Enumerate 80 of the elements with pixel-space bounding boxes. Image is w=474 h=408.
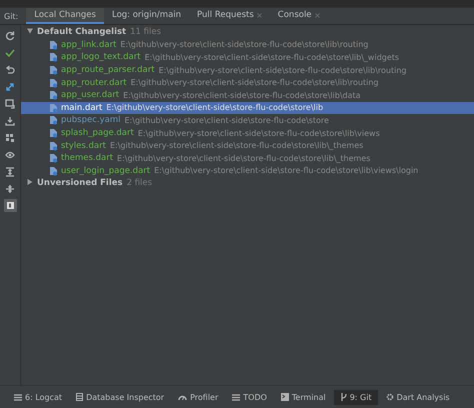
tab[interactable]: Log: origin/main bbox=[104, 8, 190, 24]
expand-all-icon[interactable] bbox=[5, 166, 15, 176]
file-path: E:\github\very-store\client-side\store-flu-code\store bbox=[124, 116, 329, 125]
file-row[interactable]: app_router.dart E:\github\very-store\client-side\store-flu-code\store\lib\routing bbox=[21, 76, 474, 89]
file-path: E:\github\very-store\client-side\store-flu-code\store\lib\routing bbox=[130, 78, 378, 88]
file-path: E:\github\very-store\client-side\store-flu-code\store\lib\routing bbox=[120, 40, 368, 50]
tab[interactable]: Pull Requests bbox=[189, 8, 270, 24]
file-path: E:\github\very-store\client-side\store-flu-code\store\lib\_themes bbox=[110, 141, 364, 150]
diff-icon[interactable] bbox=[5, 98, 15, 108]
file-name: main.dart bbox=[61, 102, 102, 113]
file-name: app_route_parser.dart bbox=[61, 65, 155, 76]
file-path: E:\github\very-store\client-side\store-flu-code\store\lib\routing bbox=[158, 66, 406, 75]
tool-window-tab[interactable]: Terminal bbox=[274, 390, 332, 404]
file-path: E:\github\very-store\client-side\store-flu-code\store\lib\_widgets bbox=[144, 52, 400, 62]
terminal-icon bbox=[280, 393, 289, 401]
file-row[interactable]: app_link.dart E:\github\very-store\client-side\store-flu-code\store\lib\routing bbox=[21, 38, 474, 52]
changelist-name: Default Changelist bbox=[37, 27, 126, 38]
file-count: 11 files bbox=[130, 27, 162, 38]
file-row[interactable]: splash_page.dart E:\github\very-store\client-side\store-flu-code\store\lib\views bbox=[21, 126, 474, 140]
file-icon bbox=[49, 65, 58, 76]
collapse-all-icon[interactable] bbox=[5, 184, 15, 194]
file-icon bbox=[49, 115, 58, 126]
file-row[interactable]: app_logo_text.dart E:\github\very-store\client-side\store-flu-code\store\lib\_widgets bbox=[21, 51, 474, 64]
file-path: E:\github\very-store\client-side\store-flu-code\store\lib bbox=[106, 103, 324, 112]
file-icon bbox=[49, 128, 58, 138]
file-row[interactable]: pubspec.yaml E:\github\very-store\client-side\store-flu-code\store bbox=[21, 114, 474, 127]
file-row[interactable]: themes.dart E:\github\very-store\client-side\store-flu-code\store\lib\_themes bbox=[21, 152, 474, 165]
tab[interactable]: Console bbox=[270, 8, 328, 24]
preview-icon[interactable] bbox=[6, 201, 14, 210]
expand-arrow-icon[interactable] bbox=[27, 179, 33, 186]
gauge-icon bbox=[178, 394, 188, 400]
check-icon[interactable] bbox=[5, 48, 15, 58]
file-icon bbox=[49, 102, 58, 113]
tool-window-tab[interactable]: Dart Analysis bbox=[380, 390, 456, 404]
file-row[interactable]: user_login_page.dart E:\github\very-store\client-side\store-flu-code\store\lib\views\login bbox=[21, 164, 474, 178]
tool-window-tab[interactable]: Profiler bbox=[172, 390, 224, 404]
file-row[interactable]: app_route_parser.dart E:\github\very-store\client-side\store-flu-code\store\lib\routing bbox=[21, 64, 474, 76]
file-icon bbox=[49, 90, 58, 100]
file-name: app_logo_text.dart bbox=[61, 52, 141, 62]
file-icon bbox=[49, 40, 58, 50]
file-icon bbox=[49, 78, 58, 88]
group-icon[interactable] bbox=[5, 132, 15, 142]
branch-icon bbox=[340, 393, 347, 401]
file-icon bbox=[49, 52, 58, 62]
file-count: 2 files bbox=[126, 178, 152, 188]
eye-icon[interactable] bbox=[5, 150, 15, 160]
file-name: app_link.dart bbox=[61, 40, 116, 50]
changelist-name: Unversioned Files bbox=[37, 178, 123, 188]
tool-window-tab[interactable]: TODO bbox=[226, 390, 273, 404]
file-path: E:\github\very-store\client-side\store-flu-code\store\lib\_themes bbox=[117, 154, 370, 163]
list-icon bbox=[14, 394, 22, 400]
list-icon bbox=[232, 394, 240, 400]
undo-icon[interactable] bbox=[5, 64, 15, 74]
file-row[interactable]: app_user.dart E:\github\very-store\client-side\store-flu-code\store\lib\data bbox=[21, 88, 474, 102]
file-icon bbox=[49, 153, 58, 164]
file-path: E:\github\very-store\client-side\store-flu-code\store\lib\views bbox=[138, 128, 380, 138]
tool-window-tab[interactable]: 6: Logcat bbox=[8, 390, 68, 404]
file-name: app_router.dart bbox=[61, 78, 127, 88]
panel-title: Git: bbox=[4, 10, 18, 22]
file-name: user_login_page.dart bbox=[61, 166, 150, 176]
file-icon bbox=[49, 166, 58, 176]
arrows-icon[interactable] bbox=[5, 82, 15, 92]
collapse-arrow-icon[interactable] bbox=[27, 28, 33, 34]
database-icon bbox=[76, 393, 84, 401]
file-row[interactable]: styles.dart E:\github\very-store\client-side\store-flu-code\store\lib\_themes bbox=[21, 139, 474, 152]
refresh-icon[interactable] bbox=[5, 30, 15, 40]
file-name: splash_page.dart bbox=[61, 128, 134, 138]
gear-icon bbox=[386, 393, 394, 401]
file-name: app_user.dart bbox=[61, 90, 120, 100]
file-name: themes.dart bbox=[61, 153, 114, 164]
download-icon[interactable] bbox=[5, 116, 15, 126]
file-row[interactable]: main.dart E:\github\very-store\client-side\store-flu-code\store\lib bbox=[21, 102, 474, 114]
tab[interactable]: Local Changes bbox=[26, 8, 104, 24]
file-icon bbox=[49, 140, 58, 151]
tool-window-tab[interactable]: Database Inspector bbox=[70, 390, 170, 404]
file-path: E:\github\very-store\client-side\store-flu-code\store\lib\views\login bbox=[154, 166, 418, 176]
file-name: styles.dart bbox=[61, 140, 106, 151]
tool-window-tab[interactable]: 9: Git bbox=[334, 390, 378, 404]
file-path: E:\github\very-store\client-side\store-flu-code\store\lib\data bbox=[123, 90, 361, 100]
file-name: pubspec.yaml bbox=[61, 115, 120, 126]
